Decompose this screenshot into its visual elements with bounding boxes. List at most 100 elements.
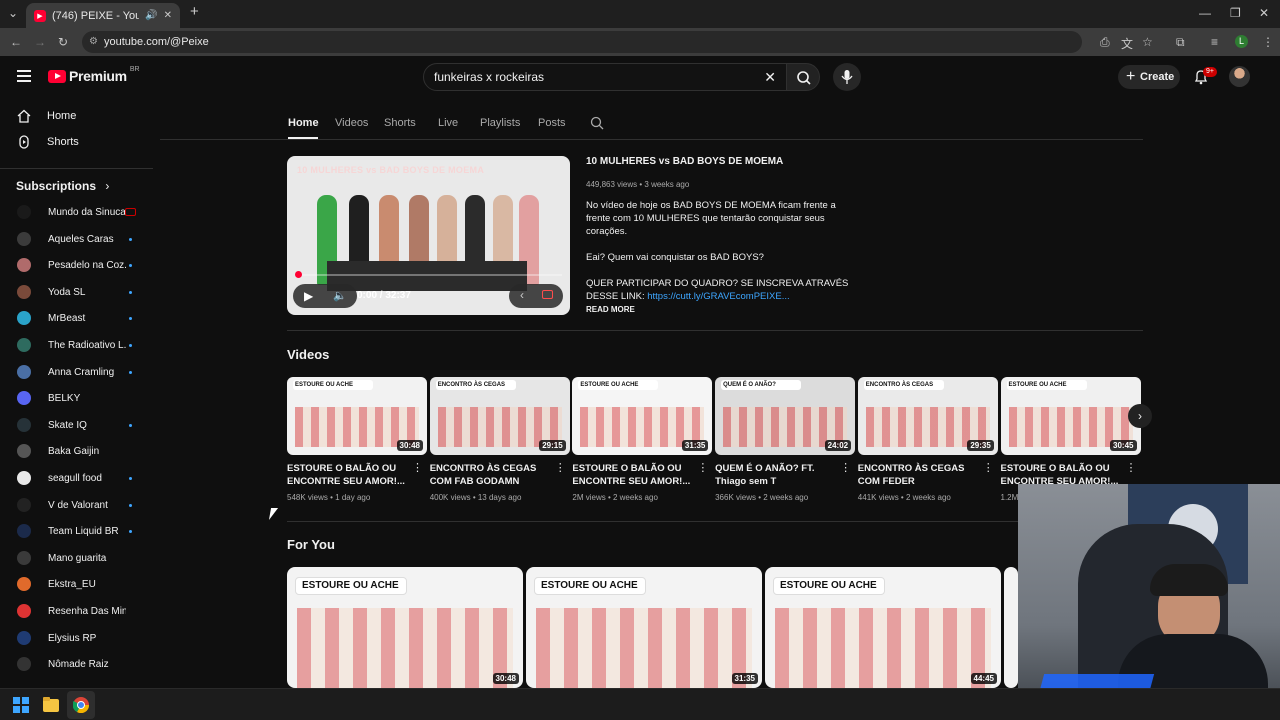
video-thumbnail[interactable]: ESTOURE OU ACHE 30:45 [1000,377,1141,455]
sidebar-subscription-item[interactable]: Elysius RP [0,625,153,651]
video-card[interactable]: ENCONTRO ÀS CEGAS 29:15 ENCONTRO ÀS CEGAS … [429,377,570,502]
video-card[interactable]: ESTOURE OU ACHE 31:35 ESTOURE O BALÃO OU E… [572,377,713,502]
browser-profile-avatar[interactable]: L [1235,35,1248,48]
site-info-icon[interactable]: ⚙ [89,31,98,53]
sidebar-subscription-item[interactable]: Ekstra_EU [0,571,153,597]
sidebar-subscription-item[interactable]: MrBeast [0,305,153,331]
sidebar-subscription-item[interactable]: Aqueles Caras [0,226,153,252]
videos-heading[interactable]: Videos [287,347,329,362]
channel-avatar [17,258,31,273]
sidebar-subscription-item[interactable]: Resenha Das Minas [0,598,153,624]
channel-search-icon[interactable] [590,116,604,130]
chrome-taskbar-button[interactable] [67,691,95,719]
sidebar-subscription-item[interactable]: Nômade Raiz [0,651,153,677]
menu-icon[interactable] [17,70,31,82]
video-menu-icon[interactable]: ⋮ [840,461,851,474]
url-bar[interactable]: ⚙ youtube.com/@Peixe [82,31,1082,53]
tab-search-icon[interactable]: ⌄ [8,6,18,20]
video-thumbnail[interactable]: ENCONTRO ÀS CEGAS 29:15 [429,377,570,455]
search-input[interactable]: funkeiras x rockeiras ✕ [423,63,787,91]
speaker-icon[interactable]: 🔊 [145,10,157,21]
browser-tab[interactable]: ▶ (746) PEIXE - YouTube 🔊 ✕ [26,3,180,28]
chevron-left-icon[interactable]: ‹ [520,288,524,302]
sidebar-subscription-item[interactable]: Skate IQ [0,412,153,438]
video-menu-icon[interactable]: ⋮ [983,461,994,474]
video-card[interactable]: ESTOURE OU ACHE 30:48 ESTOURE O BALÃO OU E… [287,377,427,502]
subscriptions-heading[interactable]: Subscriptions › [16,179,109,193]
sidebar-subscription-item[interactable]: The Radioativo L... [0,332,153,358]
volume-icon[interactable]: 🔈 [333,289,347,302]
progress-knob[interactable] [295,271,302,278]
video-title[interactable]: ENCONTRO ÀS CEGAS COM FEDER [858,462,986,488]
sidebar-subscription-item[interactable]: seagull food [0,465,153,491]
sidebar-subscription-item[interactable]: Team Liquid BR [0,518,153,544]
sidebar-subscription-item[interactable]: Mano guarita [0,545,153,571]
sidebar-subscription-item[interactable]: Yoda SL [0,279,153,305]
sidebar-subscription-item[interactable]: Pesadelo na Coz... [0,252,153,278]
translate-icon[interactable]: 文 [1121,35,1133,52]
forward-icon[interactable]: → [34,35,46,49]
video-thumbnail[interactable]: ENCONTRO ÀS CEGAS 29:35 [857,377,998,455]
video-card[interactable]: ENCONTRO ÀS CEGAS 29:35 ENCONTRO ÀS CEGAS … [857,377,998,502]
sidebar-subscription-item[interactable]: Mundo da Sinuca [0,199,153,225]
sidebar-subscription-item[interactable]: Anna Cramling [0,359,153,385]
account-avatar[interactable] [1229,66,1250,87]
maximize-icon[interactable]: ❐ [1230,6,1241,20]
video-progress-bar[interactable] [295,271,562,278]
video-title[interactable]: QUEM É O ANÃO? FT. Thiago sem T [715,462,843,488]
video-menu-icon[interactable]: ⋮ [697,461,708,474]
create-button[interactable]: + Create [1118,65,1180,89]
sidebar-item-home[interactable]: Home [0,103,153,129]
for-you-video-card[interactable]: ESTOURE OU ACHE 31:35 [526,567,762,688]
video-thumbnail[interactable]: QUEM É O ANÃO? 24:02 [715,377,856,455]
video-menu-icon[interactable]: ⋮ [412,461,423,474]
bookmark-star-icon[interactable]: ☆ [1142,35,1153,49]
tab-videos[interactable]: Videos [335,117,368,129]
tab-live[interactable]: Live [438,117,458,129]
for-you-video-card[interactable]: ESTOURE OU ACHE 30:48 [287,567,523,688]
tabs-divider [160,139,1143,140]
tab-close-icon[interactable]: ✕ [164,10,172,21]
tab-shorts[interactable]: Shorts [384,117,416,129]
featured-title[interactable]: 10 MULHERES vs BAD BOYS DE MOEMA [586,156,856,167]
search-button[interactable] [786,63,820,91]
browser-menu-icon[interactable]: ⋮ [1262,35,1274,49]
tab-home[interactable]: Home [288,117,319,129]
install-app-icon[interactable]: ⎙ [1100,35,1110,50]
tab-posts[interactable]: Posts [538,117,566,129]
reading-list-icon[interactable]: ≡ [1211,35,1218,49]
clear-search-icon[interactable]: ✕ [764,64,776,90]
for-you-video-card[interactable]: ESTOURE OU ACHE 44:45 [765,567,1001,688]
video-menu-icon[interactable]: ⋮ [1126,461,1137,474]
youtube-logo[interactable]: Premium BR [48,66,140,84]
file-explorer-icon[interactable] [43,697,59,712]
captions-icon[interactable] [542,290,553,299]
reload-icon[interactable]: ↻ [58,35,68,49]
voice-search-button[interactable] [833,63,861,91]
sidebar-item-shorts[interactable]: Shorts [0,129,153,155]
new-tab-icon[interactable]: + [190,3,199,20]
player-controls-left: ▶ 🔈 [293,284,357,308]
featured-link[interactable]: https://cutt.ly/GRAVEcomPEIXE... [647,291,789,302]
sidebar-subscription-item[interactable]: Baka Gaijin [0,438,153,464]
for-you-video-card-partial[interactable] [1004,567,1018,688]
read-more-button[interactable]: READ MORE [586,305,856,314]
window-close-icon[interactable]: ✕ [1259,6,1269,20]
sidebar-subscription-item[interactable]: BELKY [0,385,153,411]
tab-playlists[interactable]: Playlists [480,117,520,129]
windows-start-icon[interactable] [13,697,29,713]
back-icon[interactable]: ← [10,35,22,49]
featured-video-player[interactable]: 10 MULHERES vs BAD BOYS DE MOEMA ▶ 🔈 0:0… [287,156,570,315]
video-title[interactable]: ENCONTRO ÀS CEGAS COM FAB GODAMN [430,462,558,488]
video-thumbnail[interactable]: ESTOURE OU ACHE 31:35 [572,377,713,455]
shelf-next-button[interactable]: › [1128,404,1152,428]
video-menu-icon[interactable]: ⋮ [555,461,566,474]
extensions-icon[interactable]: ⧉ [1176,35,1185,50]
video-thumbnail[interactable]: ESTOURE OU ACHE 30:48 [287,377,427,455]
sidebar-subscription-item[interactable]: V de Valorant [0,492,153,518]
video-title[interactable]: ESTOURE O BALÃO OU ENCONTRE SEU AMOR!... [572,462,700,488]
video-card[interactable]: QUEM É O ANÃO? 24:02 QUEM É O ANÃO? FT. Th… [715,377,856,502]
video-title[interactable]: ESTOURE O BALÃO OU ENCONTRE SEU AMOR!... [287,462,415,488]
minimize-icon[interactable]: — [1199,6,1211,20]
play-icon[interactable]: ▶ [304,289,313,303]
